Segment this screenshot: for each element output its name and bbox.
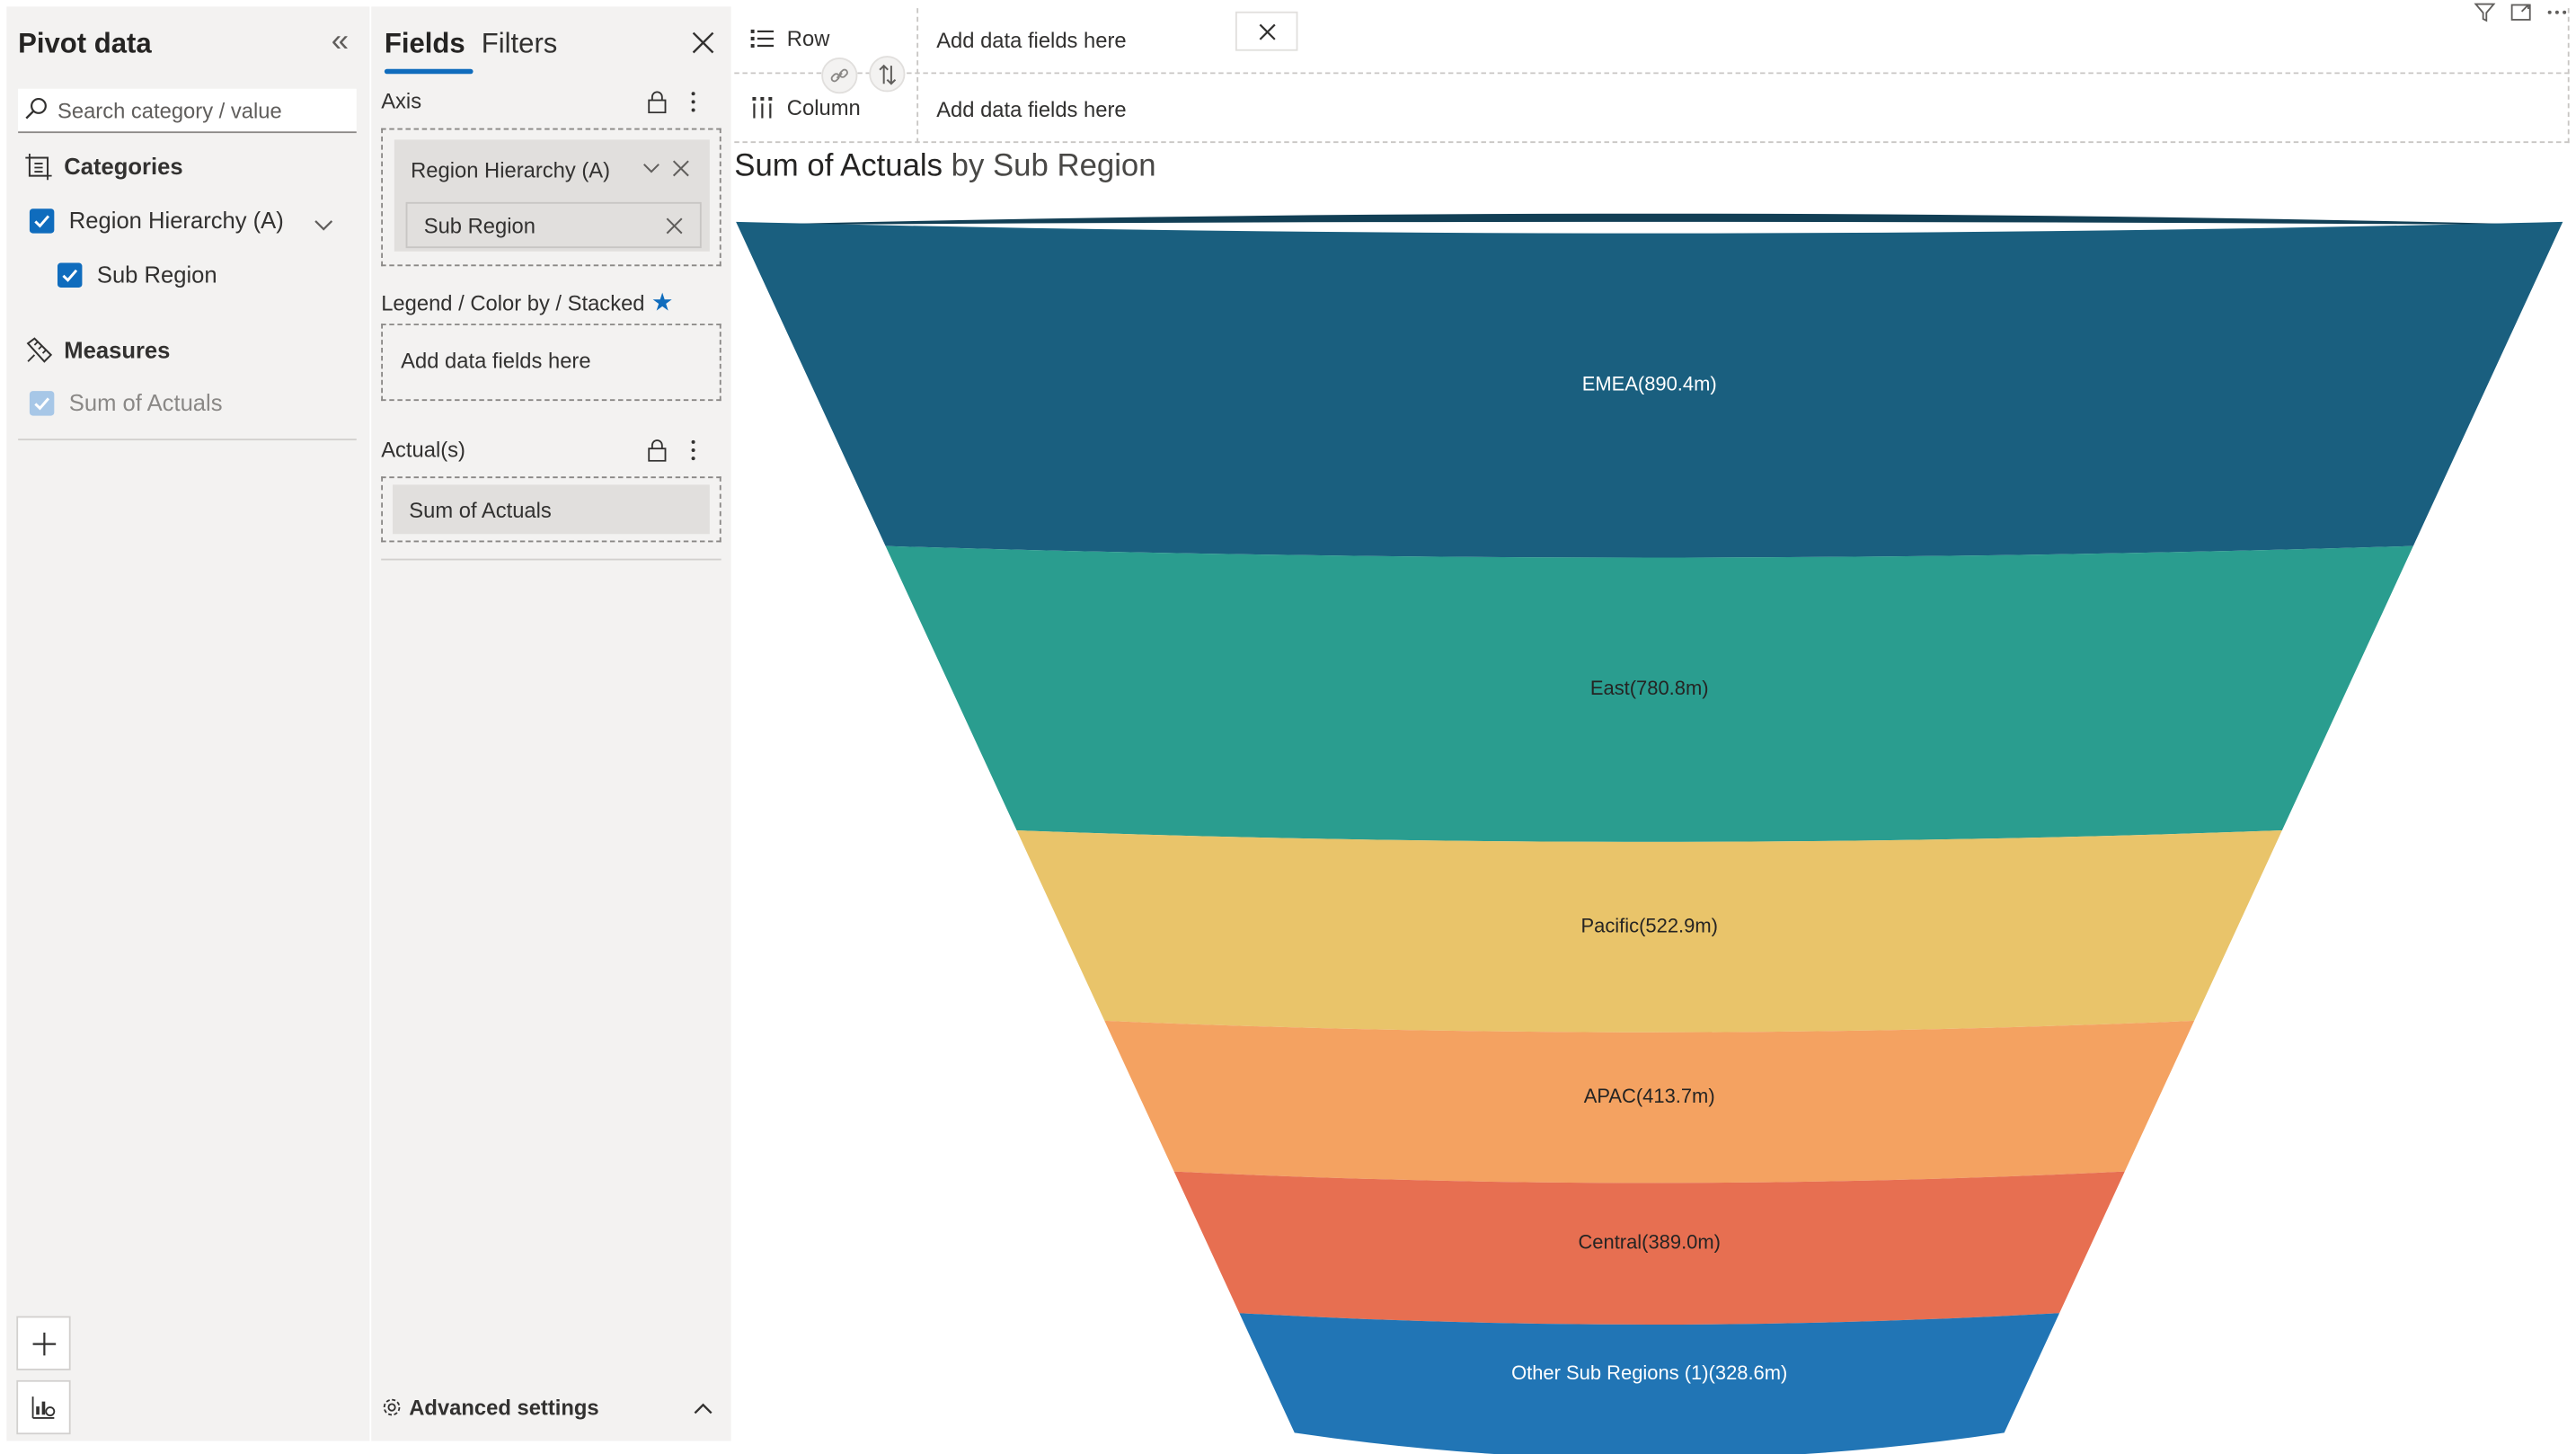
funnel-data-label: Central(389.0m) — [1578, 1231, 1721, 1254]
chart-title-measure: Sum of Actuals — [734, 149, 943, 184]
measures-icon — [26, 336, 53, 362]
focus-mode-icon[interactable] — [2510, 2, 2532, 23]
category-item-label: Region Hierarchy (A) — [68, 207, 284, 234]
row-drop-zone[interactable]: Add data fields here — [916, 8, 2570, 75]
legend-zone-label: Legend / Color by / Stacked ★ — [381, 288, 673, 317]
axis-pill-label: Sub Region — [423, 212, 536, 238]
lock-icon[interactable] — [647, 439, 667, 462]
close-icon[interactable] — [666, 217, 684, 235]
chart-title-rest: by Sub Region — [951, 149, 1156, 184]
add-icon — [31, 1331, 56, 1355]
funnel-data-label: Other Sub Regions (1)(328.6m) — [1511, 1361, 1787, 1384]
axis-pill-sub-region[interactable]: Sub Region — [405, 201, 702, 249]
checkbox-icon[interactable] — [29, 208, 55, 233]
funnel-data-label: East(780.8m) — [1590, 677, 1709, 699]
actuals-drop-zone[interactable]: Sum of Actuals — [381, 476, 721, 543]
more-vertical-icon[interactable] — [690, 439, 696, 462]
close-icon[interactable] — [672, 159, 690, 177]
link-icon — [830, 68, 848, 83]
legend-placeholder: Add data fields here — [401, 348, 591, 374]
swap-button[interactable] — [869, 56, 906, 93]
star-icon: ★ — [651, 288, 674, 317]
axis-pill-region-hierarchy[interactable]: Region Hierarchy (A) Sub Region — [394, 139, 710, 252]
row-label: Row — [786, 26, 830, 51]
advanced-settings-label: Advanced settings — [409, 1395, 599, 1420]
category-item-region-hierarchy[interactable]: Region Hierarchy (A) — [29, 204, 284, 237]
column-well-label: Column — [751, 95, 861, 120]
actuals-pill-sum-of-actuals[interactable]: Sum of Actuals — [392, 484, 710, 535]
funnel-data-label: Pacific(522.9m) — [1581, 914, 1718, 936]
actuals-zone-actions — [647, 439, 696, 462]
search-input[interactable] — [57, 93, 347, 127]
swap-icon — [879, 63, 897, 84]
search-box[interactable] — [18, 88, 357, 134]
categories-icon — [25, 153, 52, 180]
funnel-data-label: EMEA(890.4m) — [1582, 373, 1717, 395]
measure-item-sum-of-actuals: Sum of Actuals — [29, 386, 223, 420]
close-icon — [1258, 22, 1275, 40]
axis-pill-label: Region Hierarchy (A) — [411, 157, 611, 182]
axis-zone-actions — [647, 91, 696, 114]
funnel-chart: EMEA(890.4m) East(780.8m) Pacific(522.9m) A… — [736, 213, 2563, 1454]
categories-label: Categories — [64, 153, 183, 180]
chevron-down-icon[interactable] — [312, 217, 335, 233]
clear-button[interactable] — [1235, 11, 1298, 51]
row-well: Row Add data fields here — [734, 8, 2570, 75]
category-item-label: Sub Region — [96, 261, 217, 288]
axis-label: Axis — [381, 88, 422, 114]
tab-fields[interactable]: Fields — [385, 28, 465, 61]
row-placeholder: Add data fields here — [936, 28, 1127, 53]
checkbox-icon — [29, 390, 55, 415]
column-well: Column Add data fields here — [734, 76, 2570, 144]
chart-settings-icon — [31, 1396, 56, 1419]
chart-title: Sum of Actuals by Sub Region — [734, 149, 1155, 185]
chevron-down-icon[interactable] — [642, 159, 660, 177]
close-icon[interactable] — [690, 30, 716, 56]
advanced-settings-button[interactable]: Advanced settings — [381, 1395, 599, 1420]
more-horizontal-icon[interactable] — [2546, 2, 2568, 23]
divider — [18, 439, 357, 441]
categories-header: Categories — [24, 149, 183, 182]
divider — [381, 558, 721, 561]
axis-drop-zone[interactable]: Region Hierarchy (A) Sub Region — [381, 128, 721, 267]
actuals-label: Actual(s) — [381, 437, 465, 462]
filter-icon[interactable] — [2474, 2, 2496, 23]
funnel-cap — [736, 213, 2563, 226]
pivot-data-panel: Pivot data « Categories — [6, 6, 370, 1441]
link-button[interactable] — [821, 57, 858, 94]
measures-label: Measures — [64, 336, 171, 364]
fields-panel: Fields Filters Axis Region Hierarchy (A)… — [371, 6, 731, 1441]
measures-header: Measures — [24, 333, 170, 367]
rows-icon — [750, 29, 775, 49]
search-icon — [25, 97, 47, 120]
active-tab-indicator — [384, 68, 474, 75]
tab-filters[interactable]: Filters — [482, 28, 558, 61]
checkbox-icon[interactable] — [57, 262, 83, 288]
legend-label: Legend / Color by / Stacked — [381, 290, 645, 316]
row-well-label: Row — [750, 26, 830, 51]
pivot-panel-title: Pivot data — [18, 28, 152, 59]
gear-icon — [383, 1398, 401, 1416]
columns-icon — [752, 96, 773, 119]
visual-header-actions — [2474, 2, 2568, 23]
actuals-pill-label: Sum of Actuals — [409, 497, 552, 522]
chart-settings-button[interactable] — [16, 1379, 71, 1435]
chevron-up-icon[interactable] — [694, 1402, 713, 1415]
more-vertical-icon[interactable] — [690, 91, 696, 114]
funnel-data-label: APAC(413.7m) — [1584, 1085, 1715, 1107]
collapse-double-chevron-icon[interactable]: « — [323, 26, 357, 63]
measure-item-label: Sum of Actuals — [68, 389, 223, 416]
lock-icon[interactable] — [647, 91, 667, 114]
column-drop-zone[interactable]: Add data fields here — [916, 76, 2570, 144]
column-placeholder: Add data fields here — [936, 96, 1127, 122]
legend-drop-zone[interactable]: Add data fields here — [381, 324, 721, 402]
column-label: Column — [786, 95, 861, 120]
add-button[interactable] — [16, 1316, 71, 1370]
category-item-sub-region[interactable]: Sub Region — [57, 258, 217, 291]
